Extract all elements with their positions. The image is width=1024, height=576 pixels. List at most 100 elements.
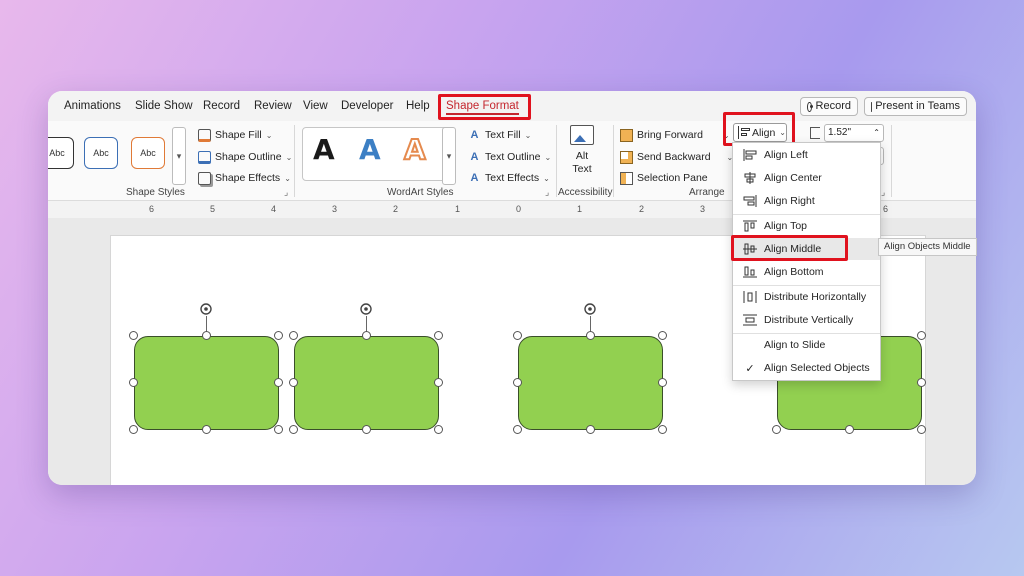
rotate-handle-icon[interactable]	[583, 302, 597, 316]
text-effects-button[interactable]: A Text Effects ⌄	[468, 168, 550, 188]
ruler-label: 3	[700, 204, 706, 214]
resize-handle[interactable]	[362, 425, 371, 434]
resize-handle[interactable]	[434, 331, 443, 340]
menu-item-align-right[interactable]: Align Right	[733, 190, 880, 212]
menu-item-label: Align Right	[764, 195, 815, 207]
dialog-launcher-icon[interactable]: ⌟	[284, 187, 288, 198]
resize-handle[interactable]	[202, 331, 211, 340]
ruler-label: 1	[455, 204, 461, 214]
shape-styles-more-button[interactable]: ▾	[172, 127, 186, 185]
resize-handle[interactable]	[513, 425, 522, 434]
resize-handle[interactable]	[513, 331, 522, 340]
ruler-label: 4	[271, 204, 277, 214]
resize-handle[interactable]	[434, 378, 443, 387]
dialog-launcher-icon[interactable]: ⌟	[881, 187, 885, 198]
menu-item-align-left[interactable]: Align Left	[733, 144, 880, 166]
tab-slide-show[interactable]: Slide Show	[135, 91, 193, 121]
resize-handle[interactable]	[289, 425, 298, 434]
resize-handle[interactable]	[917, 331, 926, 340]
resize-handle[interactable]	[586, 331, 595, 340]
bring-forward-label: Bring Forward	[637, 129, 703, 141]
menu-item-align-to-slide[interactable]: Align to Slide	[733, 334, 880, 356]
menu-item-label: Align Selected Objects	[764, 362, 870, 374]
shape-fill-label: Shape Fill	[215, 129, 262, 141]
present-in-teams-label: Present in Teams	[875, 100, 960, 112]
wordart-more-button[interactable]: ▾	[442, 127, 456, 185]
menu-item-label: Distribute Vertically	[764, 314, 854, 326]
green-rectangle-3[interactable]	[518, 336, 663, 430]
shape-style-swatch-1[interactable]: Abc	[48, 137, 74, 169]
present-in-teams-button[interactable]: Present in Teams	[864, 97, 967, 116]
shape-style-swatch-3[interactable]: Abc	[131, 137, 165, 169]
tab-view[interactable]: View	[303, 91, 328, 121]
shape-effects-icon	[198, 171, 211, 185]
resize-handle[interactable]	[129, 378, 138, 387]
resize-handle[interactable]	[274, 331, 283, 340]
resize-handle[interactable]	[658, 331, 667, 340]
chevron-down-icon: ⌄	[265, 130, 273, 140]
send-backward-icon	[620, 150, 633, 164]
send-backward-button[interactable]: Send Backward ⌄	[620, 147, 733, 167]
tab-review[interactable]: Review	[254, 91, 292, 121]
tab-animations[interactable]: Animations	[64, 91, 121, 121]
chevron-down-icon: ⌄	[285, 152, 293, 162]
green-rectangle-2[interactable]	[294, 336, 439, 430]
tab-developer[interactable]: Developer	[341, 91, 393, 121]
resize-handle[interactable]	[513, 378, 522, 387]
ribbon-separator	[613, 125, 614, 197]
dialog-launcher-icon[interactable]: ⌟	[545, 187, 549, 198]
wordart-style-1[interactable]: A	[313, 133, 335, 166]
resize-handle[interactable]	[658, 425, 667, 434]
resize-handle[interactable]	[289, 331, 298, 340]
wordart-style-2[interactable]: A	[359, 133, 381, 166]
menu-item-distribute-horizontally[interactable]: Distribute Horizontally	[733, 286, 880, 308]
rotate-handle-icon[interactable]	[199, 302, 213, 316]
menu-item-align-center[interactable]: Align Center	[733, 167, 880, 189]
resize-handle[interactable]	[274, 425, 283, 434]
align-bottom-icon	[742, 265, 758, 279]
selection-pane-button[interactable]: Selection Pane	[620, 168, 708, 188]
record-icon	[807, 101, 813, 112]
alt-text-label-line2: Text	[572, 163, 592, 175]
paint-bucket-icon	[198, 128, 211, 142]
resize-handle[interactable]	[274, 378, 283, 387]
menu-item-distribute-vertically[interactable]: Distribute Vertically	[733, 309, 880, 331]
shape-fill-button[interactable]: Shape Fill ⌄	[198, 125, 272, 145]
menu-item-align-selected-objects[interactable]: ✓ Align Selected Objects	[733, 357, 880, 379]
shape-height-field[interactable]: 1.52" ⌃	[824, 124, 884, 142]
tab-help[interactable]: Help	[406, 91, 430, 121]
shape-style-swatch-2[interactable]: Abc	[84, 137, 118, 169]
shape-outline-button[interactable]: Shape Outline ⌄	[198, 147, 292, 167]
checkmark-icon: ✓	[745, 362, 755, 375]
rotate-handle-icon[interactable]	[359, 302, 373, 316]
text-fill-button[interactable]: A Text Fill ⌄	[468, 125, 532, 145]
bring-forward-button[interactable]: Bring Forward ⌄	[620, 125, 730, 145]
menu-item-align-bottom[interactable]: Align Bottom	[733, 261, 880, 283]
shape-styles-group-label: Shape Styles	[126, 187, 185, 198]
menu-item-align-top[interactable]: Align Top	[733, 215, 880, 237]
shape-effects-button[interactable]: Shape Effects ⌄	[198, 168, 291, 188]
arrange-group-label: Arrange	[689, 187, 725, 198]
menu-item-label: Align Top	[764, 220, 808, 232]
resize-handle[interactable]	[434, 425, 443, 434]
wordart-style-3[interactable]: A	[403, 132, 427, 167]
resize-handle[interactable]	[845, 425, 854, 434]
resize-handle[interactable]	[917, 425, 926, 434]
resize-handle[interactable]	[362, 331, 371, 340]
resize-handle[interactable]	[202, 425, 211, 434]
spinner-icon[interactable]: ⌃	[873, 125, 880, 141]
resize-handle[interactable]	[586, 425, 595, 434]
text-outline-button[interactable]: A Text Outline ⌄	[468, 147, 552, 167]
resize-handle[interactable]	[917, 378, 926, 387]
chevron-down-icon: ⌄	[524, 130, 532, 140]
resize-handle[interactable]	[772, 425, 781, 434]
resize-handle[interactable]	[129, 425, 138, 434]
resize-handle[interactable]	[289, 378, 298, 387]
tab-record[interactable]: Record	[203, 91, 240, 121]
green-rectangle-1[interactable]	[134, 336, 279, 430]
ruler-label: 5	[210, 204, 216, 214]
resize-handle[interactable]	[658, 378, 667, 387]
alt-text-button[interactable]: Alt Text	[566, 125, 598, 181]
record-button[interactable]: Record	[800, 97, 858, 116]
resize-handle[interactable]	[129, 331, 138, 340]
